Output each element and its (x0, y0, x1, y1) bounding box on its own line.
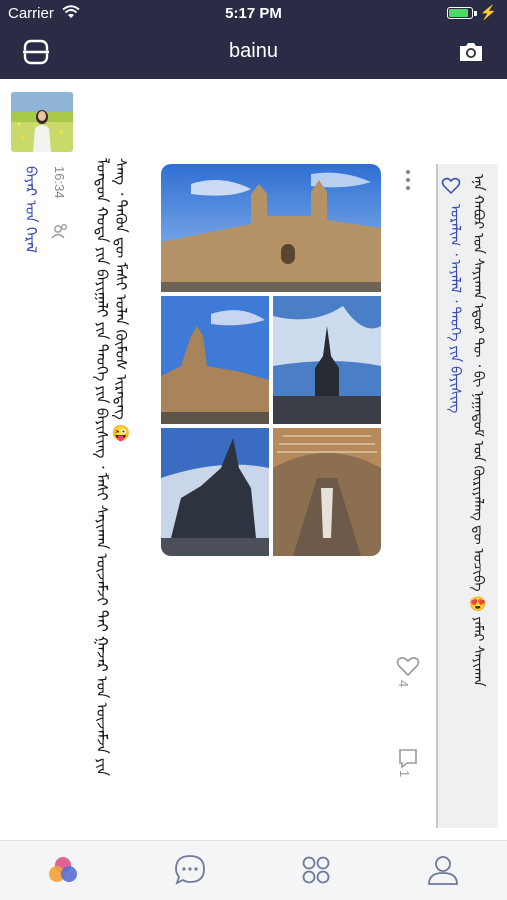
nav-bar: bainu (0, 26, 507, 79)
people-icon (51, 223, 68, 239)
page-title: bainu (229, 40, 278, 62)
profile-icon[interactable] (426, 853, 460, 887)
heart-icon[interactable] (441, 176, 461, 196)
photo-museum-facade[interactable] (161, 164, 381, 292)
photo-memorial-spire[interactable] (273, 296, 381, 424)
apps-icon[interactable] (299, 853, 333, 887)
battery-icon (447, 7, 473, 19)
quoted-text: ᠡᠨᠡ ᠬᠠᠪᠤᠷ ᠤᠨ ᠰᠠᠶᠢᠬᠠᠨ ᠡᠳᠦᠷ ᠲᠦ ᠂ ᠪᠢ ᠨᠠᠭᠠᠳᠤ… (471, 174, 487, 687)
status-bar: Carrier 5:17 PM ⚡ (0, 0, 507, 26)
post-time: 16:34 (52, 166, 67, 199)
comment-icon[interactable] (397, 747, 419, 769)
photo-horse-statue[interactable] (161, 428, 269, 556)
camera-icon[interactable] (457, 38, 485, 66)
avatar[interactable] (11, 92, 73, 152)
photo-grid (161, 164, 381, 556)
quoted-tags[interactable]: ᠤᠷᠠᠯᠢᠭ ᠂ ᠠᠶᠠᠯᠠᠯ ᠂ ᠲᠡᠦᠬᠡ ᠶᠢᠨ ᠪᠠᠶᠢᠰᠢᠩ (444, 204, 468, 413)
like-icon[interactable] (396, 655, 420, 677)
photo-museum-hall[interactable] (273, 428, 381, 556)
post-text: ᠯᠣᠨᠳᠣᠨ ᠬᠣᠲᠠ ᠶᠢᠨ ᠪᠠᠶᠢᠭᠠᠯᠢ ᠶᠢᠨ ᠲᠡᠦᠬᠡ ᠶᠢᠨ ᠪ… (93, 158, 129, 777)
chat-icon[interactable] (173, 853, 207, 887)
discover-icon[interactable] (46, 853, 80, 887)
clock: 5:17 PM (225, 5, 282, 22)
charging-icon: ⚡ (479, 4, 497, 20)
like-count: 4 (396, 680, 411, 688)
comment-count: 1 (397, 770, 412, 778)
photo-museum-tower[interactable] (161, 296, 269, 424)
post-username[interactable]: ᠪᠠᠶᠠᠷ ᠤᠨ ᠭᠡᠷᠡᠯ (17, 166, 43, 253)
more-options-icon[interactable] (398, 168, 418, 192)
tab-bar (0, 840, 507, 900)
